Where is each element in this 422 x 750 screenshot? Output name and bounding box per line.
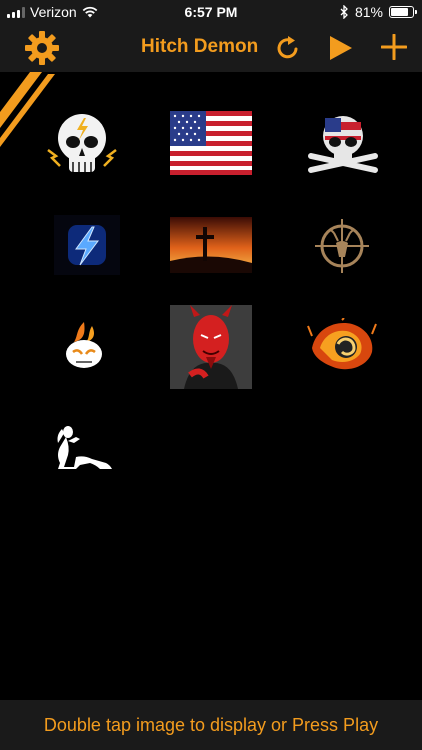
nav-header: Hitch Demon [0, 24, 422, 72]
deer-crosshair-image[interactable] [312, 215, 372, 277]
battery-fill [391, 8, 408, 16]
footer-hint: Double tap image to display or Press Pla… [43, 714, 379, 735]
flag-skull-crossbones-image[interactable] [303, 110, 383, 176]
battery-percent: 81% [354, 4, 383, 20]
lightning-skull-image[interactable] [40, 105, 124, 185]
flaming-skull-image[interactable] [56, 318, 112, 374]
blue-lightning-image[interactable] [54, 215, 120, 275]
status-right: 81% [340, 4, 417, 20]
app-title: Hitch Demon [141, 36, 259, 57]
american-flag-image[interactable] [170, 111, 252, 175]
plus-icon[interactable] [381, 34, 407, 60]
cross-sunset-image[interactable] [170, 217, 252, 273]
status-bar: Verizon 6:57 PM 81% [0, 0, 422, 24]
bluetooth-icon [340, 5, 348, 19]
flaming-ram-image[interactable] [306, 318, 378, 374]
footer-bar: Double tap image to display or Press Pla… [0, 700, 422, 750]
mudflap-girl-image[interactable] [50, 425, 114, 473]
gear-icon[interactable] [24, 30, 60, 66]
battery-icon [389, 6, 417, 18]
red-devil-image[interactable] [170, 305, 252, 389]
refresh-icon[interactable] [274, 34, 302, 62]
play-icon[interactable] [328, 34, 354, 62]
